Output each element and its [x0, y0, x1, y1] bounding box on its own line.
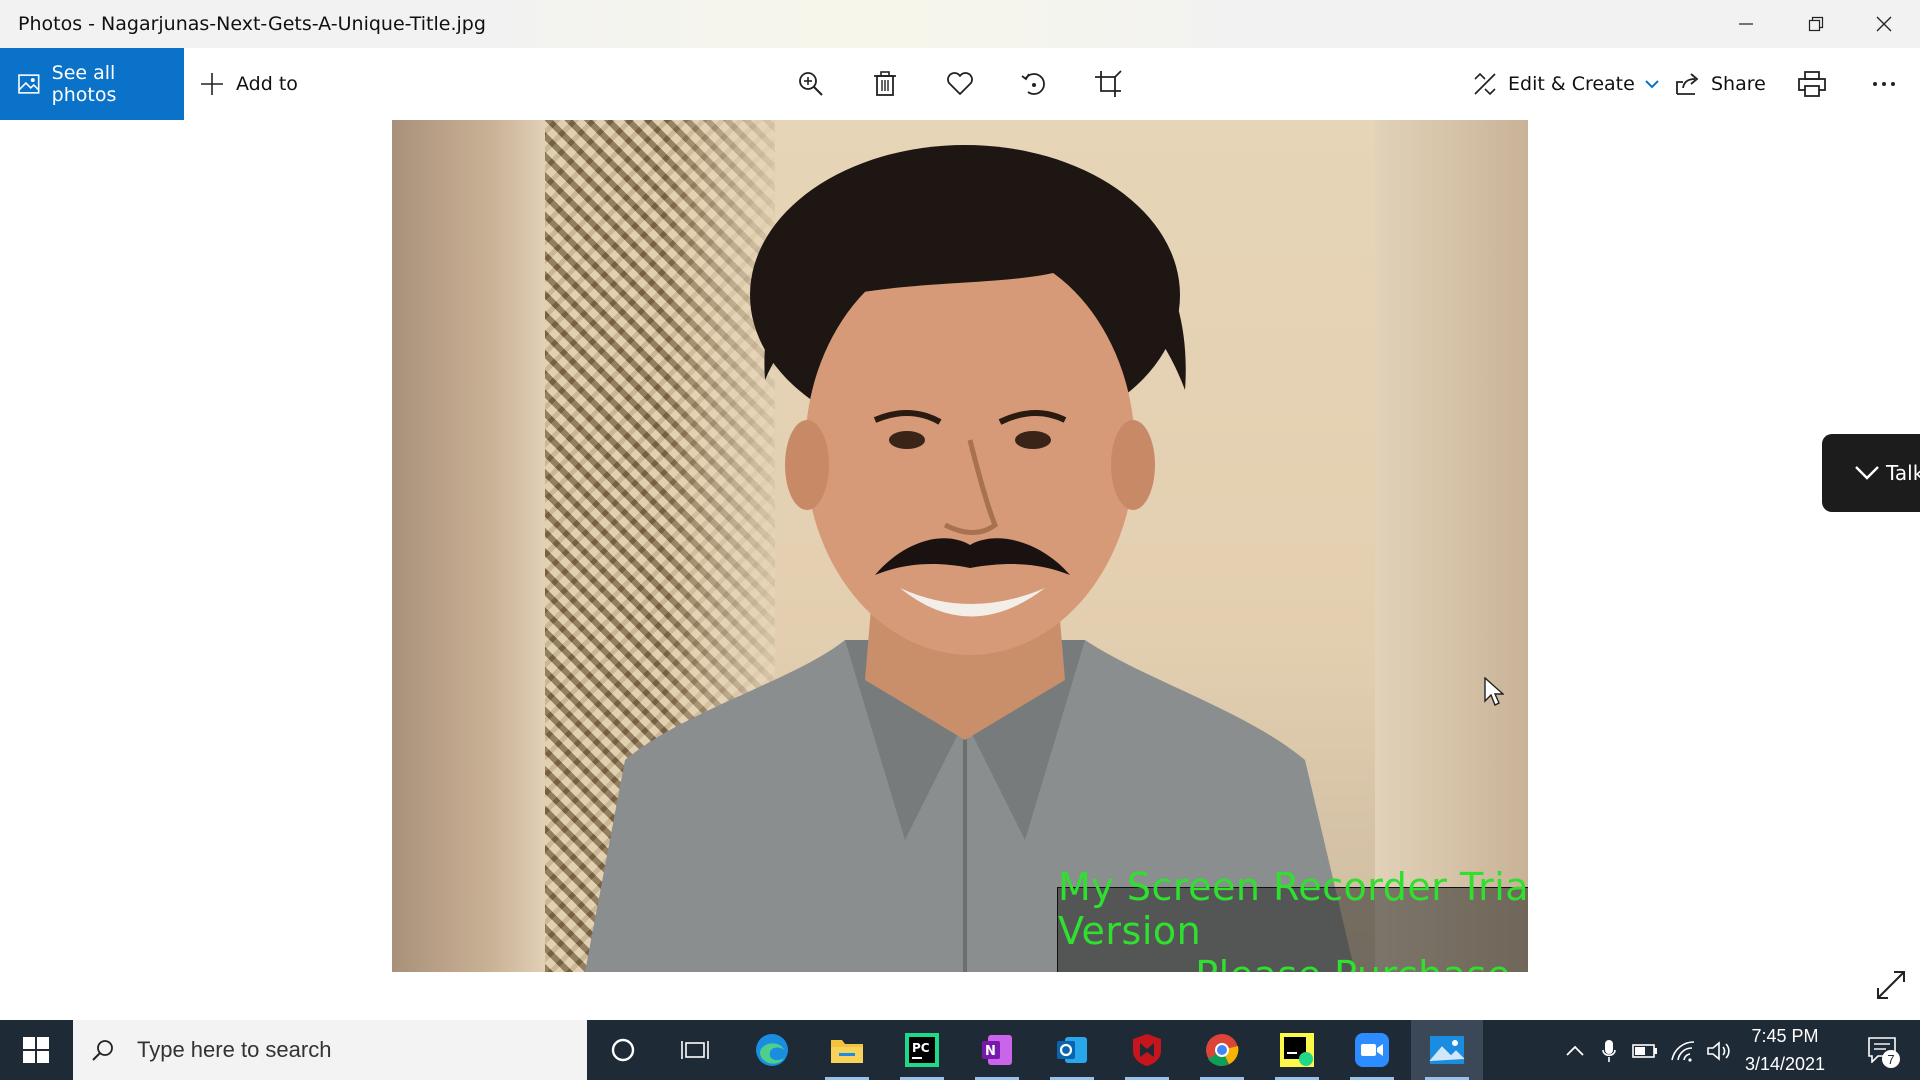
battery-tray-button[interactable] — [1632, 1038, 1658, 1064]
title-bar: Photos - Nagarjunas-Next-Gets-A-Unique-T… — [0, 0, 1920, 48]
mouse-cursor-icon — [1484, 677, 1504, 706]
zoom-taskbar-button[interactable] — [1336, 1020, 1408, 1080]
microphone-icon — [1602, 1040, 1616, 1062]
see-all-photos-button[interactable]: See all photos — [0, 48, 184, 120]
restore-icon — [1808, 16, 1824, 32]
mcafee-icon — [1133, 1034, 1161, 1066]
task-view-button[interactable] — [659, 1020, 731, 1080]
show-hidden-icons-button[interactable] — [1562, 1038, 1588, 1064]
taskbar-clock[interactable]: 7:45 PM 3/14/2021 — [1740, 1020, 1830, 1080]
talk-label: Talk — [1886, 461, 1920, 485]
chrome-taskbar-button[interactable] — [1186, 1020, 1258, 1080]
clock-date: 3/14/2021 — [1744, 1054, 1826, 1074]
more-button[interactable] — [1860, 60, 1908, 108]
search-icon — [92, 1040, 113, 1061]
delete-button[interactable] — [861, 60, 909, 108]
clock-time: 7:45 PM — [1751, 1026, 1819, 1046]
battery-icon — [1632, 1044, 1657, 1058]
photos-icon — [1429, 1036, 1465, 1064]
edit-create-label: Edit & Create — [1508, 73, 1635, 95]
share-button[interactable]: Share — [1675, 48, 1766, 120]
photo-portrait — [545, 120, 1375, 972]
photos-taskbar-button[interactable] — [1411, 1020, 1483, 1080]
wifi-tray-button[interactable] — [1670, 1038, 1696, 1064]
search-placeholder: Type here to search — [137, 1037, 332, 1062]
svg-text:PC: PC — [912, 1041, 930, 1055]
svg-text:N: N — [985, 1044, 996, 1059]
close-icon — [1876, 16, 1892, 32]
taskbar-search-box[interactable]: Type here to search — [73, 1020, 587, 1080]
minimize-button[interactable] — [1712, 0, 1780, 48]
chrome-icon — [1206, 1034, 1239, 1067]
restore-button[interactable] — [1782, 0, 1850, 48]
zoom-button[interactable] — [787, 60, 835, 108]
delete-icon — [874, 71, 896, 96]
portrait-illustration — [585, 145, 1355, 972]
file-explorer-taskbar-button[interactable] — [811, 1020, 883, 1080]
pycharm-ce-taskbar-button[interactable] — [1261, 1020, 1333, 1080]
edit-create-icon — [1474, 72, 1496, 96]
photo-viewer-image[interactable]: My Screen Recorder Trial Version Please … — [392, 120, 1528, 972]
rotate-button[interactable] — [1010, 60, 1058, 108]
outlook-taskbar-button[interactable] — [1036, 1020, 1108, 1080]
window-title: Photos - Nagarjunas-Next-Gets-A-Unique-T… — [18, 13, 486, 35]
minimize-icon — [1739, 23, 1753, 25]
share-icon — [1676, 73, 1699, 95]
rotate-icon — [1021, 73, 1045, 95]
edit-create-button[interactable]: Edit & Create — [1472, 48, 1659, 120]
pycharm-taskbar-button[interactable]: PC — [886, 1020, 958, 1080]
volume-tray-button[interactable] — [1706, 1038, 1732, 1064]
talk-panel[interactable]: Talk — [1822, 434, 1920, 512]
plus-icon — [201, 73, 223, 95]
chevron-up-icon — [1566, 1045, 1584, 1056]
zoom-icon — [799, 72, 823, 96]
cortana-button[interactable] — [587, 1020, 659, 1080]
chevron-down-icon — [1645, 80, 1659, 89]
crop-button[interactable] — [1084, 60, 1132, 108]
watermark-line-1: My Screen Recorder Trial Version — [1058, 865, 1528, 953]
outlook-icon — [1057, 1037, 1087, 1063]
onenote-icon: N — [982, 1035, 1012, 1065]
taskbar: Type here to search PC N 7:45 PM 3/14/20… — [0, 1020, 1920, 1080]
print-icon — [1798, 71, 1826, 97]
trial-watermark: My Screen Recorder Trial Version Please … — [1057, 865, 1528, 972]
share-label: Share — [1711, 73, 1766, 95]
add-to-button[interactable]: Add to — [200, 48, 298, 120]
volume-icon — [1707, 1041, 1730, 1061]
print-button[interactable] — [1788, 60, 1836, 108]
zoom-app-icon — [1355, 1033, 1389, 1067]
more-icon — [1873, 82, 1895, 86]
edge-icon — [756, 1034, 788, 1066]
watermark-line-2: Please Purchase — [1195, 953, 1510, 972]
fullscreen-button[interactable] — [1866, 960, 1916, 1010]
chevron-down-icon — [1855, 466, 1879, 480]
windows-logo-icon — [23, 1037, 49, 1063]
add-to-label: Add to — [236, 73, 298, 95]
close-button[interactable] — [1850, 0, 1918, 48]
start-button[interactable] — [0, 1020, 72, 1080]
task-view-icon — [681, 1041, 709, 1059]
notification-count-badge: 7 — [1882, 1050, 1900, 1068]
favorite-button[interactable] — [936, 60, 984, 108]
edge-taskbar-button[interactable] — [736, 1020, 808, 1080]
onenote-taskbar-button[interactable]: N — [961, 1020, 1033, 1080]
action-center-button[interactable]: 7 — [1852, 1020, 1912, 1080]
pycharm-ce-icon — [1280, 1033, 1314, 1067]
wifi-icon — [1671, 1041, 1695, 1062]
favorite-icon — [947, 72, 973, 95]
mcafee-taskbar-button[interactable] — [1111, 1020, 1183, 1080]
microphone-tray-button[interactable] — [1596, 1038, 1622, 1064]
file-explorer-icon — [831, 1040, 863, 1063]
cortana-icon — [611, 1038, 635, 1062]
crop-icon — [1095, 70, 1122, 97]
expand-icon — [1877, 971, 1905, 999]
pycharm-icon: PC — [905, 1033, 939, 1067]
photo-gallery-icon — [18, 74, 40, 94]
toolbar: See all photos Add to Edit & Create Shar… — [0, 48, 1920, 120]
see-all-photos-label: See all photos — [51, 62, 117, 106]
